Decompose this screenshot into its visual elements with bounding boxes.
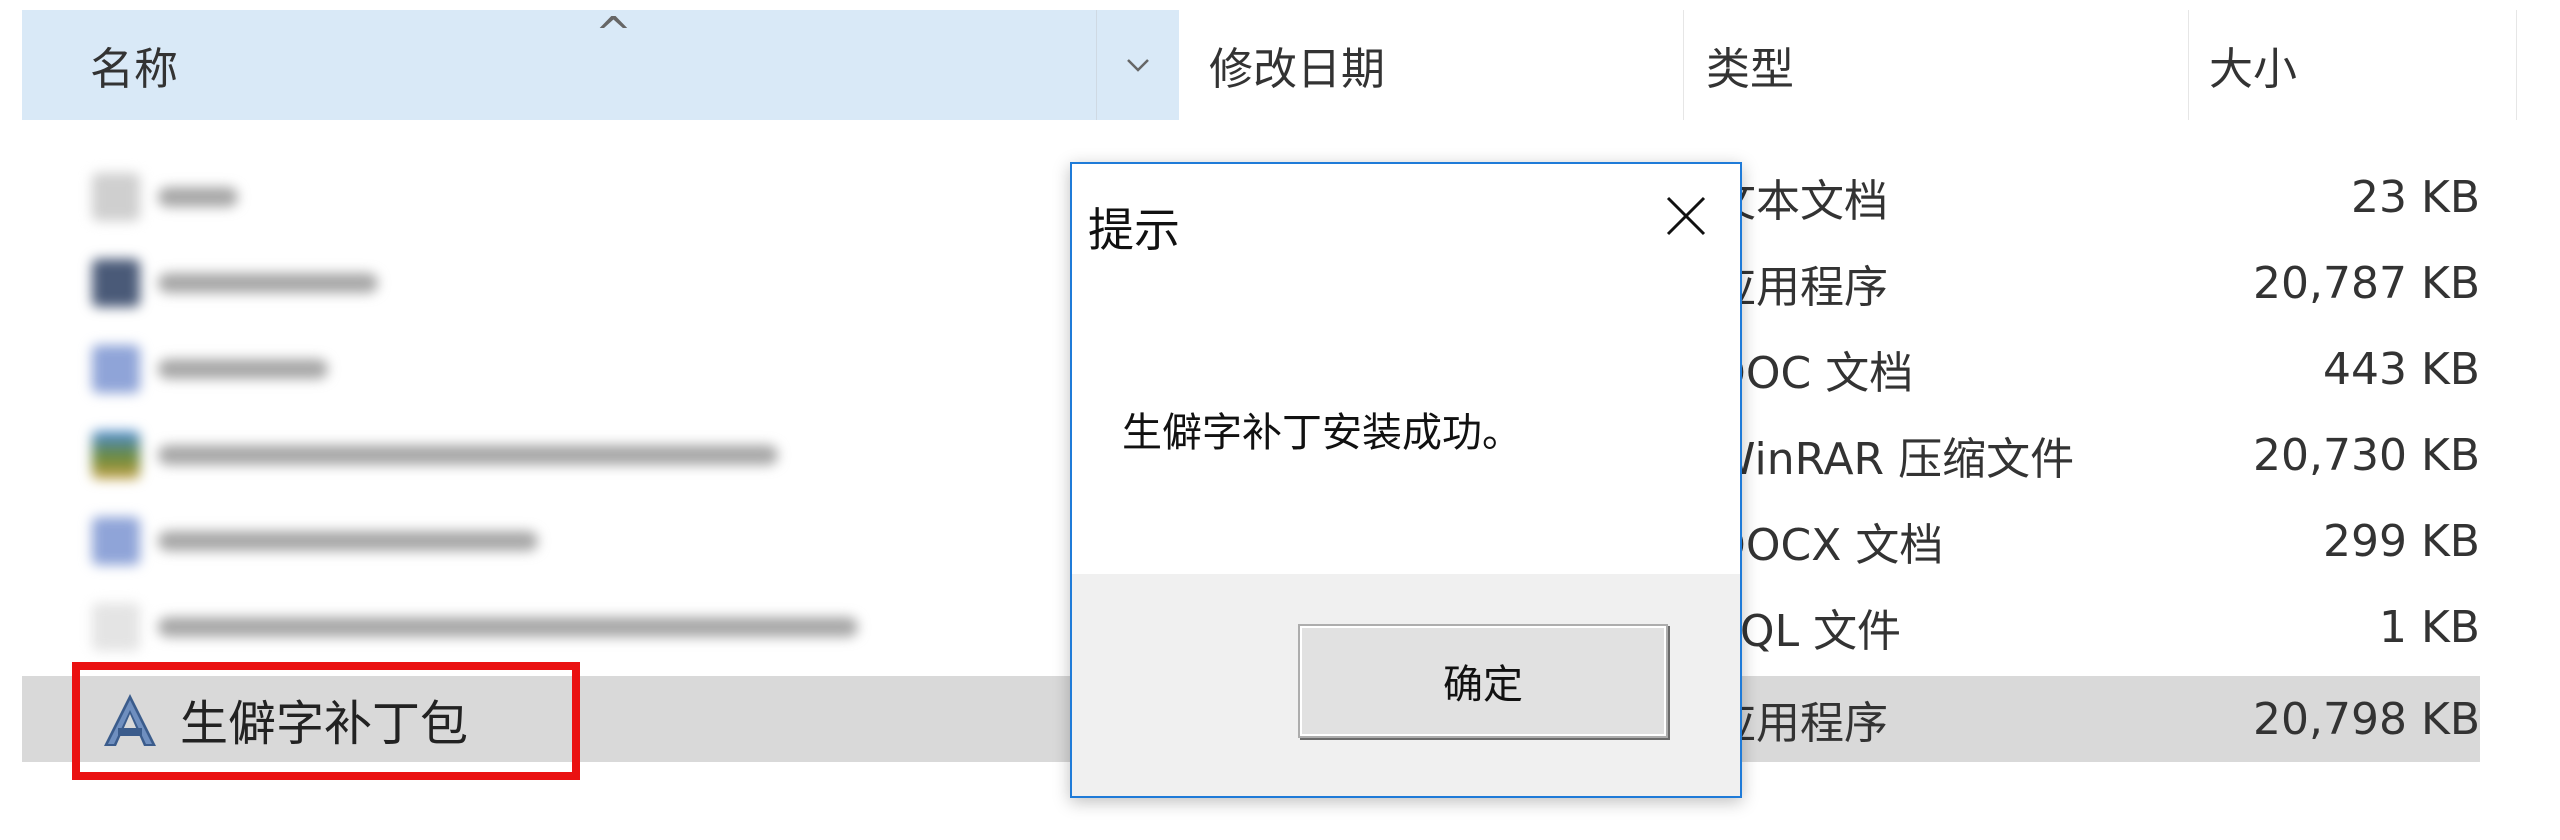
- file-size: 20,787 KB: [2253, 257, 2480, 309]
- file-size: 20,730 KB: [2253, 429, 2480, 481]
- close-button[interactable]: [1658, 188, 1714, 244]
- file-name-blurred: [92, 517, 538, 565]
- column-header-size[interactable]: 大小: [2189, 10, 2517, 120]
- file-name-blurred: [92, 345, 328, 393]
- file-type: DOCX 文档: [1712, 520, 1944, 571]
- close-icon: [1666, 196, 1706, 236]
- dialog-title: 提示: [1088, 203, 1180, 257]
- file-name-blurred: [92, 431, 778, 479]
- dialog-message: 生僻字补丁安装成功。: [1122, 410, 1522, 456]
- file-name-blurred: [92, 259, 378, 307]
- sort-ascending-icon: ^: [595, 8, 632, 59]
- file-type: DOC 文档: [1712, 348, 1914, 399]
- file-size: 299 KB: [2322, 515, 2480, 567]
- file-size: 1 KB: [2378, 601, 2480, 653]
- message-dialog: 提示 生僻字补丁安装成功。 确定: [1070, 162, 1742, 798]
- column-header-type-label: 类型: [1706, 44, 1794, 95]
- column-header-name[interactable]: 名称 ^: [22, 8, 1097, 120]
- column-header-type[interactable]: 类型: [1684, 10, 2189, 120]
- chevron-down-icon: [1127, 59, 1149, 72]
- ok-button[interactable]: 确定: [1298, 624, 1668, 738]
- dialog-footer: 确定: [1072, 574, 1740, 796]
- column-header-date-label: 修改日期: [1209, 44, 1385, 95]
- column-header-name-label: 名称: [90, 44, 178, 95]
- file-size: 443 KB: [2322, 343, 2480, 395]
- ok-button-label: 确定: [1443, 662, 1523, 708]
- file-name-blurred: [92, 603, 858, 651]
- column-header-size-label: 大小: [2209, 44, 2297, 95]
- highlight-annotation-box: [72, 662, 580, 780]
- file-name-blurred: [92, 173, 238, 221]
- file-type: WinRAR 压缩文件: [1712, 434, 2075, 485]
- column-header-row: 名称 ^ 修改日期 类型 大小: [22, 8, 2517, 120]
- file-size: 20,798 KB: [2253, 693, 2480, 745]
- column-header-date[interactable]: 修改日期: [1179, 10, 1684, 120]
- column-filter-dropdown[interactable]: [1097, 10, 1179, 120]
- file-size: 23 KB: [2350, 171, 2480, 223]
- file-explorer-window: 名称 ^ 修改日期 类型 大小 文本文档 23 KB 应用程序 20,787 K…: [0, 0, 2560, 840]
